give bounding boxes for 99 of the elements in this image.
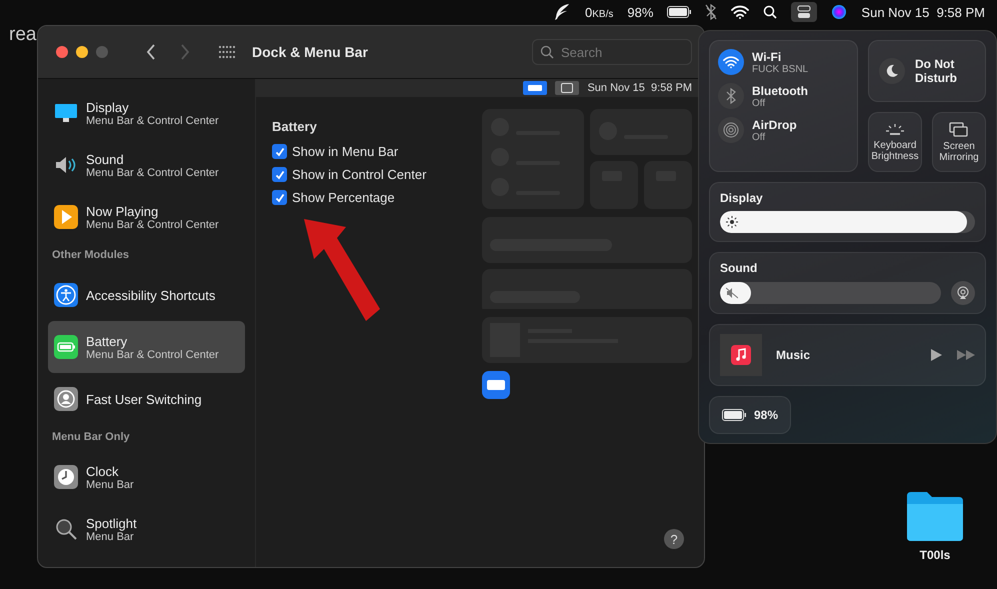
- do-not-disturb-tile[interactable]: Do Not Disturb: [868, 40, 986, 102]
- item-title: Clock: [86, 464, 120, 478]
- music-note-icon: [731, 345, 751, 365]
- item-title: Spotlight: [86, 516, 137, 530]
- menu-bar-clock[interactable]: Sun Nov 15 9:58 PM: [861, 4, 985, 20]
- preview-clock: Sun Nov 15 9:58 PM: [587, 82, 692, 94]
- close-button[interactable]: [56, 46, 68, 58]
- fast-forward-icon[interactable]: [957, 349, 975, 361]
- item-title: Fast User Switching: [86, 392, 202, 406]
- checkbox[interactable]: [272, 190, 287, 205]
- sidebar-item[interactable]: Now Playing Menu Bar & Control Center: [48, 191, 245, 243]
- item-title: Display: [86, 100, 129, 114]
- background-text: rea: [9, 24, 36, 46]
- airdrop-icon: [723, 122, 739, 138]
- moon-icon: [885, 64, 899, 78]
- section-header: Other Modules: [51, 248, 130, 263]
- minimize-button[interactable]: [76, 46, 88, 58]
- bluetooth-off-icon[interactable]: [705, 4, 718, 20]
- back-icon[interactable]: [146, 44, 156, 60]
- option-label: Show in Menu Bar: [292, 144, 398, 159]
- screen-mirroring-tile[interactable]: Screen Mirroring: [932, 112, 986, 172]
- user-icon: [54, 387, 78, 411]
- sun-icon: [726, 216, 738, 228]
- volume-slider[interactable]: [720, 282, 941, 304]
- sidebar-item[interactable]: Accessibility Shortcuts: [48, 269, 245, 321]
- item-subtitle: Menu Bar & Control Center: [86, 114, 219, 126]
- help-button[interactable]: ?: [664, 529, 684, 549]
- item-subtitle: Menu Bar & Control Center: [86, 166, 219, 178]
- wifi-icon: [723, 55, 739, 69]
- wifi-icon[interactable]: [731, 5, 750, 19]
- item-subtitle: Menu Bar: [86, 478, 134, 490]
- keyboard-brightness-tile[interactable]: Keyboard Brightness: [868, 112, 922, 172]
- toggle-button[interactable]: [718, 49, 744, 75]
- network-speed[interactable]: 0KB/s: [585, 4, 614, 20]
- item-subtitle: Menu Bar: [86, 530, 134, 542]
- item-title: Sound: [86, 152, 125, 166]
- play-icon[interactable]: [929, 348, 943, 362]
- sidebar-item[interactable]: Sound Menu Bar & Control Center: [48, 139, 245, 191]
- sidebar-item[interactable]: Spotlight Menu Bar: [48, 503, 245, 555]
- battery-module-button[interactable]: [482, 371, 510, 399]
- slider-label: Display: [720, 191, 764, 205]
- battery-icon[interactable]: [667, 6, 692, 18]
- toggle-label: AirDrop: [752, 118, 797, 132]
- option-label: Show in Control Center: [292, 167, 426, 182]
- checkbox[interactable]: [272, 167, 287, 182]
- toggle-status: FUCK BSNL: [752, 64, 808, 74]
- control-center-button[interactable]: [791, 2, 818, 22]
- item-subtitle: Menu Bar & Control Center: [86, 218, 219, 230]
- item-title: Now Playing: [86, 204, 158, 218]
- bluetooth-icon: [725, 88, 737, 104]
- window-title: Dock & Menu Bar: [252, 44, 368, 60]
- sidebar-item[interactable]: Clock Menu Bar: [48, 451, 245, 503]
- tile-label: Screen Mirroring: [938, 140, 980, 162]
- tile-label: Keyboard Brightness: [870, 140, 920, 162]
- slider-label: Sound: [720, 261, 758, 275]
- track-title: Music: [776, 348, 812, 362]
- search-icon: [54, 517, 78, 541]
- item-title: Battery: [86, 334, 128, 348]
- grid-icon[interactable]: [218, 45, 236, 59]
- search-icon: [540, 45, 554, 59]
- folder-label[interactable]: T00ls: [920, 548, 950, 562]
- section-header: Menu Bar Only: [51, 430, 131, 445]
- search-icon[interactable]: [763, 5, 778, 19]
- toggle-label: Bluetooth: [752, 84, 808, 98]
- option-label: Show Percentage: [292, 190, 395, 205]
- search-field[interactable]: Search: [532, 39, 692, 65]
- siri-icon[interactable]: [831, 4, 848, 20]
- brightness-icon: [884, 122, 906, 136]
- section-heading: Battery: [272, 119, 318, 134]
- battery-icon: [54, 335, 78, 359]
- monitor-icon: [54, 101, 78, 125]
- folder-icon[interactable]: [905, 490, 965, 542]
- battery-percentage: 98%: [754, 408, 778, 422]
- toggle-status: Off: [752, 132, 766, 142]
- battery-icon: [523, 81, 548, 95]
- sidebar-item[interactable]: Display Menu Bar & Control Center: [48, 87, 245, 139]
- feather-icon[interactable]: [553, 3, 572, 21]
- sidebar-item[interactable]: Battery Menu Bar & Control Center: [48, 321, 245, 373]
- muted-speaker-icon: [726, 287, 738, 299]
- toggle-label: Do Not Disturb: [915, 57, 958, 85]
- control-center-icon: [555, 81, 580, 95]
- battery-icon: [722, 409, 746, 421]
- toggles-icon: [797, 5, 812, 19]
- toggle-button[interactable]: [718, 83, 744, 109]
- sidebar-item[interactable]: Fast User Switching: [48, 373, 245, 425]
- play-icon: [54, 205, 78, 229]
- clock-icon: [54, 465, 78, 489]
- checkbox[interactable]: [272, 144, 287, 159]
- item-title: Accessibility Shortcuts: [86, 288, 216, 302]
- toggle-status: Off: [752, 98, 766, 108]
- accessibility-icon: [54, 283, 78, 307]
- toggle-label: Wi-Fi: [752, 50, 782, 64]
- screens-icon: [949, 122, 969, 138]
- toggle-button[interactable]: [879, 58, 905, 84]
- toggle-button[interactable]: [718, 117, 744, 143]
- airplay-button[interactable]: [951, 281, 975, 305]
- airplay-icon: [956, 286, 970, 300]
- battery-percentage[interactable]: 98%: [627, 4, 654, 20]
- item-subtitle: Menu Bar & Control Center: [86, 348, 219, 360]
